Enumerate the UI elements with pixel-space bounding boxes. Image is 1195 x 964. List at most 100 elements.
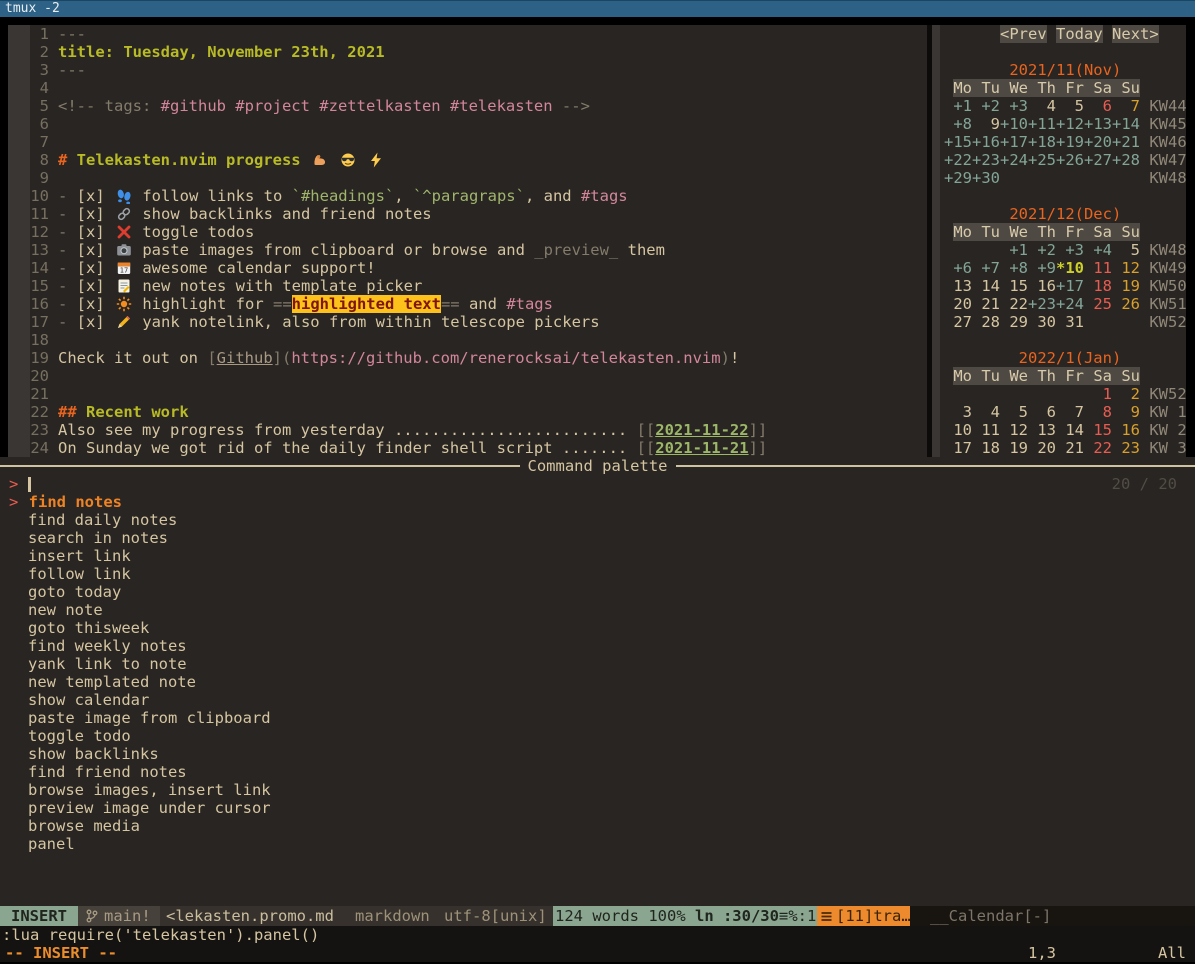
calendar-day[interactable]: +8: [944, 115, 972, 133]
calendar-day[interactable]: 8: [1084, 403, 1112, 421]
calendar-day[interactable]: 30: [1028, 313, 1056, 331]
palette-item[interactable]: search in notes: [28, 529, 168, 547]
calendar-day[interactable]: 2: [1112, 385, 1140, 403]
calendar-day[interactable]: +17: [1000, 133, 1028, 151]
calendar-day[interactable]: +3: [1056, 241, 1084, 259]
editor-line[interactable]: ---: [58, 61, 86, 79]
calendar-day[interactable]: +22: [944, 151, 972, 169]
palette-prompt[interactable]: >: [9, 475, 18, 493]
calendar-day[interactable]: +28: [1112, 151, 1140, 169]
calendar-day[interactable]: +9: [1028, 259, 1056, 277]
today-button[interactable]: Today: [1056, 25, 1103, 43]
palette-item[interactable]: show calendar: [28, 691, 149, 709]
calendar-day[interactable]: 19: [1000, 439, 1028, 457]
calendar-day[interactable]: 26: [1112, 295, 1140, 313]
calendar-day[interactable]: 19: [1112, 277, 1140, 295]
command-line[interactable]: :lua require('telekasten').panel(): [0, 926, 1195, 944]
calendar-day[interactable]: +2: [1028, 241, 1056, 259]
calendar-day[interactable]: 16: [1112, 421, 1140, 439]
calendar-day[interactable]: 9: [1112, 403, 1140, 421]
palette-item[interactable]: new note: [28, 601, 103, 619]
calendar-day[interactable]: 13: [1028, 421, 1056, 439]
calendar-day[interactable]: 14: [972, 277, 1000, 295]
calendar-day[interactable]: 27: [944, 313, 972, 331]
calendar-day[interactable]: 6: [1084, 97, 1112, 115]
palette-item[interactable]: follow link: [28, 565, 131, 583]
editor-line[interactable]: - [x] 17 awesome calendar support!: [58, 259, 376, 277]
calendar-day[interactable]: 20: [1028, 439, 1056, 457]
calendar-day[interactable]: +18: [1028, 133, 1056, 151]
editor-line[interactable]: title: Tuesday, November 23th, 2021: [58, 43, 385, 61]
calendar-day[interactable]: +25: [1028, 151, 1056, 169]
calendar-day[interactable]: +20: [1084, 133, 1112, 151]
calendar-day[interactable]: +2: [972, 97, 1000, 115]
calendar-day[interactable]: +14: [1112, 115, 1140, 133]
calendar-day[interactable]: 16: [1028, 277, 1056, 295]
palette-item[interactable]: find friend notes: [28, 763, 187, 781]
prev-button[interactable]: <Prev: [1000, 25, 1047, 43]
calendar-day[interactable]: 5: [1056, 97, 1084, 115]
calendar-day[interactable]: 21: [972, 295, 1000, 313]
palette-item[interactable]: new templated note: [28, 673, 196, 691]
palette-item[interactable]: panel: [28, 835, 75, 853]
editor-line[interactable]: - [x] highlight for ==highlighted text==…: [58, 295, 553, 313]
calendar-day[interactable]: +23: [1028, 295, 1056, 313]
calendar-day[interactable]: +13: [1084, 115, 1112, 133]
calendar-day[interactable]: +15: [944, 133, 972, 151]
palette-item[interactable]: browse media: [28, 817, 140, 835]
calendar-day[interactable]: 17: [944, 439, 972, 457]
editor-line[interactable]: Check it out on [Github](https://github.…: [58, 349, 739, 367]
calendar-day[interactable]: +1: [944, 97, 972, 115]
wiki-link[interactable]: 2021-11-21: [655, 439, 748, 457]
calendar-day[interactable]: 9: [972, 115, 1000, 133]
editor-line[interactable]: ---: [58, 25, 86, 43]
calendar-day[interactable]: 12: [1000, 421, 1028, 439]
calendar-day[interactable]: 4: [1028, 97, 1056, 115]
calendar-day[interactable]: +21: [1112, 133, 1140, 151]
editor-line[interactable]: On Sunday we got rid of the daily finder…: [58, 439, 767, 457]
palette-item[interactable]: toggle todo: [28, 727, 131, 745]
editor-line[interactable]: ## Recent work: [58, 403, 189, 421]
calendar-day[interactable]: +24: [1056, 295, 1084, 313]
calendar-day[interactable]: +23: [972, 151, 1000, 169]
calendar-day[interactable]: +7: [972, 259, 1000, 277]
editor-line[interactable]: # Telekasten.nvim progress: [58, 151, 386, 169]
calendar-day[interactable]: 15: [1000, 277, 1028, 295]
calendar-day[interactable]: 7: [1056, 403, 1084, 421]
palette-item[interactable]: yank link to note: [28, 655, 187, 673]
palette-item[interactable]: goto thisweek: [28, 619, 149, 637]
link-github[interactable]: Github: [217, 349, 273, 367]
calendar-day[interactable]: 15: [1084, 421, 1112, 439]
calendar-day[interactable]: +24: [1000, 151, 1028, 169]
tab-segment[interactable]: [11]tra…: [817, 906, 910, 926]
next-button[interactable]: Next>: [1112, 25, 1159, 43]
calendar-day[interactable]: 23: [1112, 439, 1140, 457]
calendar-day[interactable]: 18: [972, 439, 1000, 457]
editor-line[interactable]: <!-- tags: #github #project #zettelkaste…: [58, 97, 590, 115]
palette-item[interactable]: insert link: [28, 547, 131, 565]
calendar-day[interactable]: +12: [1056, 115, 1084, 133]
calendar-day[interactable]: +16: [972, 133, 1000, 151]
palette-item-selected[interactable]: > find notes: [9, 493, 122, 511]
calendar-day[interactable]: +30: [972, 169, 1000, 187]
calendar-day[interactable]: +4: [1084, 241, 1112, 259]
palette-item[interactable]: preview image under cursor: [28, 799, 271, 817]
calendar-day[interactable]: 29: [1000, 313, 1028, 331]
calendar-day[interactable]: +29: [944, 169, 972, 187]
palette-item[interactable]: find daily notes: [28, 511, 177, 529]
editor-line[interactable]: - [x] toggle todos: [58, 223, 254, 241]
calendar-day[interactable]: 5: [1112, 241, 1140, 259]
calendar-day[interactable]: 6: [1028, 403, 1056, 421]
calendar-day[interactable]: 25: [1084, 295, 1112, 313]
calendar-day[interactable]: +17: [1056, 277, 1084, 295]
calendar-day[interactable]: 5: [1000, 403, 1028, 421]
calendar-day[interactable]: 7: [1112, 97, 1140, 115]
palette-item[interactable]: show backlinks: [28, 745, 159, 763]
calendar-day[interactable]: +3: [1000, 97, 1028, 115]
calendar-day[interactable]: 11: [972, 421, 1000, 439]
calendar-day[interactable]: *10: [1056, 259, 1084, 277]
calendar-day[interactable]: +19: [1056, 133, 1084, 151]
calendar-day[interactable]: 13: [944, 277, 972, 295]
calendar-day[interactable]: 3: [944, 403, 972, 421]
calendar-day[interactable]: 14: [1056, 421, 1084, 439]
